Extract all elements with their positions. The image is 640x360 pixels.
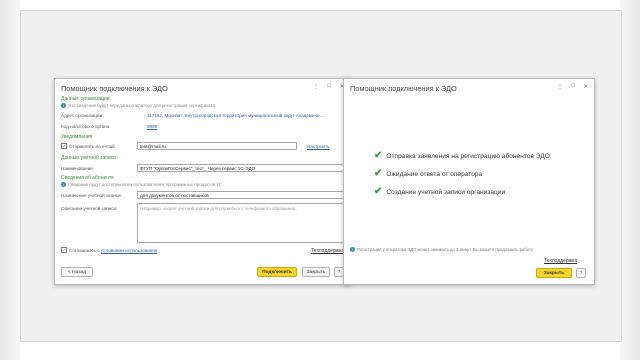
- section-account-heading: Данные учетной записи: [61, 155, 117, 161]
- terms-link[interactable]: условиями использования: [101, 248, 157, 253]
- tax-code-link[interactable]: 9999: [147, 124, 157, 129]
- info-icon: i: [61, 182, 66, 187]
- name-label: Наименование: [61, 166, 93, 171]
- help-button[interactable]: ?: [576, 268, 586, 278]
- email-checkbox[interactable]: ✓: [61, 143, 67, 150]
- maximize-icon[interactable]: □: [569, 83, 577, 90]
- description-label: Описание учетной записи:: [61, 206, 118, 211]
- window-title: Помощник подключения к ЭДО: [350, 84, 457, 93]
- back-button[interactable]: < Назад: [61, 267, 93, 277]
- edo-wizard-form-window: Помощник подключения к ЭДО ⋮ □ ✕ Данные …: [54, 78, 351, 285]
- window-controls: ⋮ □ ✕: [312, 83, 346, 90]
- purpose-label: Назначение учетной записи:: [61, 193, 122, 198]
- task-item-await-response: ✔ Ожидание ответа от оператора: [374, 168, 483, 179]
- agree-checkbox[interactable]: ✓: [61, 247, 67, 254]
- close-button[interactable]: Закрыть: [302, 267, 330, 277]
- footnote-text: Регистрация у оператора ЭДО может занима…: [357, 247, 534, 252]
- agree-text: Соглашаюсь с: [69, 248, 100, 253]
- info-icon: i: [61, 103, 66, 108]
- description-textarea[interactable]: Например, запрет учетной записи для служ…: [137, 203, 345, 243]
- close-button[interactable]: Закрыть: [536, 268, 572, 278]
- desktop-stage: Помощник подключения к ЭДО ⋮ □ ✕ Данные …: [20, 10, 622, 342]
- left-margin-bar: [0, 0, 20, 360]
- org-note-text: Эти сведения будут переданы оператору дл…: [68, 103, 215, 108]
- more-icon[interactable]: ⋮: [312, 83, 320, 90]
- task-item-create-account: ✔ Создание учетной записи организации: [374, 186, 506, 197]
- task-label: Ожидание ответа от оператора: [386, 170, 483, 178]
- subscriber-note: i Сведения будут доступны всем пользоват…: [61, 182, 222, 187]
- org-note: i Эти сведения будут переданы оператору …: [61, 103, 215, 108]
- purpose-field[interactable]: для документов от поставщиков: [137, 191, 345, 199]
- email-checkbox-label: Отправлять на e-mail:: [69, 144, 116, 149]
- task-item-send-application: ✔ Отправка заявления на регистрацию абон…: [374, 150, 550, 161]
- subscriber-note-text: Сведения будут доступны всем пользовател…: [68, 182, 222, 187]
- checkmark-icon: ✔: [374, 186, 383, 197]
- address-link[interactable]: 117252, Москва г, внутригородская террит…: [147, 113, 343, 118]
- info-icon: i: [350, 247, 355, 252]
- maximize-icon[interactable]: □: [325, 83, 333, 90]
- close-icon[interactable]: ✕: [582, 83, 590, 90]
- edo-wizard-progress-window: Помощник подключения к ЭДО ⋮ □ ✕ ✔ Отпра…: [343, 78, 595, 285]
- support-link[interactable]: Техподдержка: [311, 248, 344, 254]
- email-settings-link[interactable]: Настроить: [307, 144, 329, 149]
- address-label: Адрес организации: [61, 113, 103, 118]
- email-field[interactable]: test@mail.ru: [137, 142, 297, 150]
- section-org-heading: Данные организации: [61, 96, 110, 102]
- task-label: Отправка заявления на регистрацию абонен…: [386, 152, 550, 160]
- window-controls: ⋮ □ ✕: [556, 83, 590, 90]
- more-icon[interactable]: ⋮: [556, 83, 564, 90]
- section-subscriber-heading: Сведения об абоненте: [61, 175, 115, 181]
- window-title: Помощник подключения к ЭДО: [61, 84, 168, 93]
- support-link[interactable]: Техподдержка: [544, 258, 577, 264]
- registration-footnote: i Регистрация у оператора ЭДО может зани…: [350, 247, 533, 252]
- task-label: Создание учетной записи организации: [386, 188, 506, 196]
- tax-label: Код налогового органа: [61, 124, 110, 129]
- section-notify-heading: Уведомления: [61, 134, 93, 140]
- agree-row: Соглашаюсь с условиями использования: [69, 248, 157, 253]
- checkmark-icon: ✔: [374, 150, 383, 161]
- account-name-field[interactable]: ФГУП "ОрвэкГосСервис"_тест_ Через сервис…: [137, 164, 345, 172]
- right-margin-bar: [620, 0, 640, 360]
- checkmark-icon: ✔: [374, 168, 383, 179]
- connect-button[interactable]: Подключить: [257, 267, 297, 277]
